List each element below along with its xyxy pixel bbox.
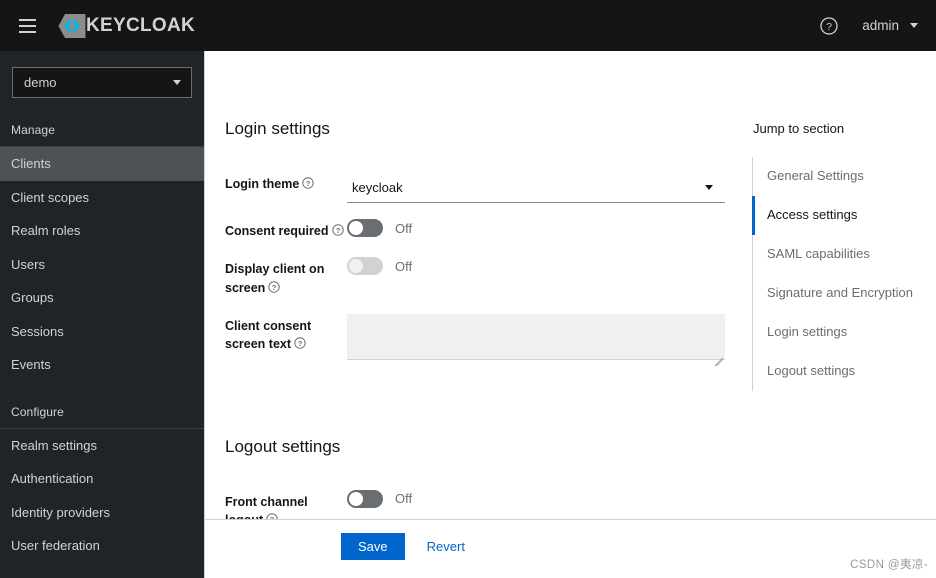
display-client-on-screen-state: Off [395, 258, 413, 274]
nav-group-configure: Realm settings Authentication Identity p… [0, 427, 204, 563]
hamburger-bar [18, 18, 36, 21]
svg-text:?: ? [826, 21, 832, 33]
sidebar-item-events[interactable]: Events [0, 348, 204, 382]
realm-selector-value: demo [24, 75, 57, 90]
consent-required-label: Consent required? [225, 219, 347, 241]
revert-button[interactable]: Revert [421, 533, 471, 560]
front-channel-logout-toggle[interactable] [347, 489, 383, 508]
form-row-consent-required: Consent required? Off [225, 219, 740, 241]
sidebar-item-groups[interactable]: Groups [0, 281, 204, 315]
nav-group-manage: Clients Client scopes Realm roles Users … [0, 146, 204, 382]
jump-item-access-settings[interactable]: Access settings [752, 195, 936, 235]
svg-text:?: ? [272, 283, 277, 292]
form-row-display-client-on-screen: Display client on screen? Off [225, 257, 740, 298]
nav-section-title-configure: Configure [11, 404, 64, 419]
body-wrapper: demo Manage Clients Client scopes Realm … [0, 51, 936, 578]
keycloak-admin-console: KEYCLOAK ? admin demo Manage Clients Cli… [0, 0, 936, 578]
svg-text:?: ? [335, 226, 340, 235]
form-action-bar: Save Revert [205, 519, 936, 578]
consent-required-toggle[interactable] [347, 219, 383, 237]
sidebar-navigation: demo Manage Clients Client scopes Realm … [0, 51, 204, 578]
content-scroll-area: Login settings Login theme? keycloak Con… [205, 51, 936, 527]
help-circle-icon[interactable]: ? [268, 280, 281, 293]
client-consent-screen-text-field [347, 313, 725, 366]
help-circle-icon[interactable]: ? [294, 336, 306, 349]
login-theme-value: keycloak [352, 179, 403, 195]
sidebar-item-identity-providers[interactable]: Identity providers [0, 496, 204, 530]
jump-item-logout-settings[interactable]: Logout settings [752, 352, 936, 391]
caret-down-icon [705, 184, 713, 190]
sidebar-item-realm-roles[interactable]: Realm roles [0, 214, 204, 248]
sidebar-item-authentication[interactable]: Authentication [0, 462, 204, 496]
user-name: admin [862, 18, 899, 33]
client-consent-screen-text-label: Client consent screen text? [225, 314, 347, 355]
display-client-on-screen-toggle[interactable] [347, 257, 383, 275]
sidebar-item-user-federation[interactable]: User federation [0, 529, 204, 563]
help-circle-icon[interactable]: ? [818, 15, 840, 37]
form-row-client-consent-screen-text: Client consent screen text? [225, 313, 740, 366]
login-theme-label-text: Login theme [225, 177, 300, 191]
jump-item-login-settings[interactable]: Login settings [752, 313, 936, 352]
jump-item-saml-capabilities[interactable]: SAML capabilities [752, 235, 936, 274]
display-client-on-screen-label: Display client on screen? [225, 257, 347, 298]
masthead-actions: ? admin [818, 15, 922, 37]
form-row-login-theme: Login theme? keycloak [225, 172, 740, 203]
hamburger-bar [18, 30, 36, 33]
brand-text: KEYCLOAK [86, 15, 196, 36]
logout-settings-heading: Logout settings [225, 436, 341, 456]
svg-text:?: ? [306, 179, 311, 188]
consent-required-state: Off [395, 220, 413, 236]
chevron-down-icon [910, 23, 918, 28]
help-circle-icon[interactable]: ? [331, 223, 344, 236]
front-channel-logout-field: Off [347, 489, 725, 508]
login-theme-select[interactable]: keycloak [347, 172, 725, 203]
consent-required-label-text: Consent required [225, 224, 329, 238]
front-channel-logout-state: Off [395, 491, 413, 506]
consent-required-field: Off [347, 219, 725, 237]
realm-selector[interactable]: demo [12, 67, 192, 98]
masthead: KEYCLOAK ? admin [0, 0, 936, 51]
hamburger-bar [18, 24, 36, 27]
nav-section-title-manage: Manage [11, 123, 55, 137]
hamburger-menu-icon[interactable] [10, 9, 44, 43]
login-settings-heading: Login settings [225, 119, 330, 138]
svg-text:?: ? [298, 339, 303, 348]
save-button[interactable]: Save [341, 533, 405, 560]
brand-logo[interactable]: KEYCLOAK [58, 13, 195, 39]
jump-to-section-title: Jump to section [753, 121, 845, 136]
settings-form: Login settings Login theme? keycloak Con… [205, 51, 740, 527]
login-theme-field: keycloak [347, 172, 725, 203]
main-content: Login settings Login theme? keycloak Con… [204, 51, 936, 578]
login-theme-label: Login theme? [225, 172, 347, 194]
toggle-knob [349, 491, 363, 506]
toggle-knob [349, 221, 363, 235]
sidebar-item-realm-settings[interactable]: Realm settings [0, 429, 204, 463]
sidebar-item-sessions[interactable]: Sessions [0, 315, 204, 349]
jump-to-section-nav: Jump to section General Settings Access … [740, 51, 936, 519]
jump-item-general-settings[interactable]: General Settings [752, 157, 936, 196]
jump-to-section-list: General Settings Access settings SAML ca… [752, 157, 936, 391]
sidebar-item-client-scopes[interactable]: Client scopes [0, 181, 204, 215]
sidebar-item-users[interactable]: Users [0, 248, 204, 282]
user-menu[interactable]: admin [862, 18, 922, 33]
toggle-knob [349, 259, 363, 273]
keycloak-logo-icon [58, 13, 86, 39]
chevron-down-icon [173, 80, 181, 85]
display-client-on-screen-field: Off [347, 257, 725, 275]
sidebar-item-clients[interactable]: Clients [0, 147, 204, 181]
client-consent-screen-text-input[interactable] [347, 313, 725, 360]
jump-item-signature-and-encryption[interactable]: Signature and Encryption [752, 274, 936, 313]
help-circle-icon[interactable]: ? [302, 176, 315, 189]
